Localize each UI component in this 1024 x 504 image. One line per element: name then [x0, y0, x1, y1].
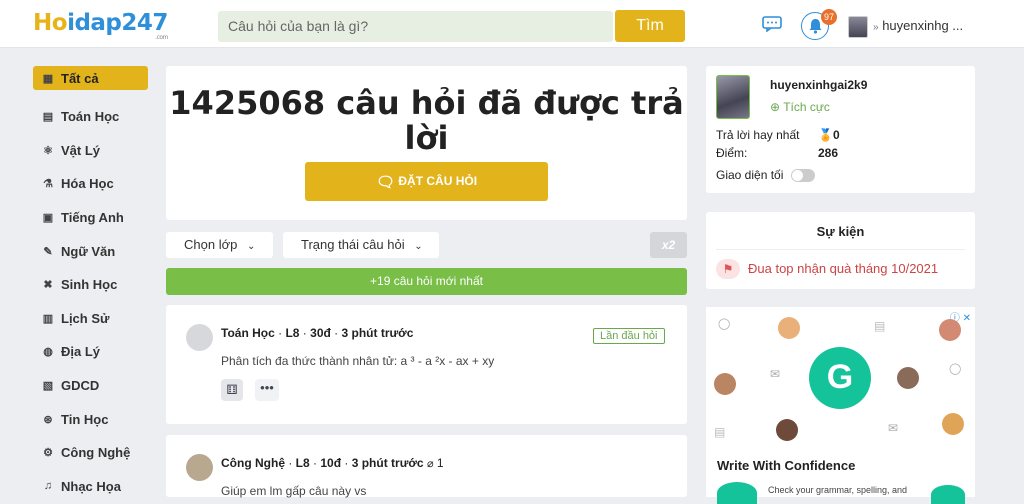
reaction-icon[interactable]: ⚅: [221, 379, 243, 401]
person-icon: [714, 373, 736, 395]
chat-bubble-icon: ◯: [949, 363, 962, 375]
x2-points-badge[interactable]: x2: [650, 232, 687, 258]
pen-icon: ✎: [43, 245, 53, 258]
points-label: Điểm:: [716, 146, 748, 160]
answered-count-title: 1425068 câu hỏi đã được trả lời: [169, 84, 684, 157]
grammarly-logo: G: [809, 347, 871, 409]
top-header: Hoidap247 .com Câu hỏi của bạn là gì? Tì…: [0, 0, 1024, 48]
document-icon: ▤: [874, 319, 886, 333]
advertisement[interactable]: ⓘ ✕ ◯ ▤ ✉ ◯ ▤ ✉ G Write With Confidence …: [706, 307, 975, 504]
avatar: [186, 454, 213, 481]
site-logo[interactable]: Hoidap247 .com: [33, 10, 168, 41]
avatar: [186, 324, 213, 351]
paperclip-icon: ⌀: [426, 458, 434, 470]
sidebar-item-chemistry[interactable]: ⚗ Hóa Học: [33, 167, 148, 201]
grammarly-small-logo: [717, 482, 757, 504]
flag-icon: ⚑: [716, 259, 740, 279]
ad-cta-button[interactable]: [931, 485, 965, 504]
chat-icon[interactable]: [762, 16, 782, 32]
profile-rank: ⊕ Tích cực: [770, 100, 830, 114]
sidebar-item-physics[interactable]: ⚛ Vật Lý: [33, 134, 148, 168]
sidebar-item-biology[interactable]: ✖ Sinh Học: [33, 268, 148, 302]
question-text[interactable]: Phân tích đa thức thành nhân tử: a ³ - a…: [221, 354, 494, 368]
sidebar-item-informatics[interactable]: ⊛ Tin Học: [33, 402, 148, 436]
subject-sidebar: ▦ Tất cả ▤ Toán Học ⚛ Vật Lý ⚗ Hóa Học ▣ Tiến…: [33, 66, 148, 503]
mail-icon: ✉: [770, 367, 781, 381]
book-icon: ▧: [42, 380, 54, 393]
document-icon: ▤: [714, 425, 726, 439]
grid-icon: ▦: [42, 72, 54, 85]
math-icon: ▤: [42, 111, 54, 124]
question-meta: Toán Học · L8 · 30đ · 3 phút trước: [221, 326, 414, 340]
profile-name[interactable]: huyenxinhgai2k9: [770, 78, 867, 92]
events-title: Sự kiện: [816, 224, 865, 239]
question-text[interactable]: Giúp em lm gấp câu này vs: [221, 484, 366, 498]
ad-subtext: Check your grammar, spelling, and: [768, 485, 908, 495]
hero-panel: 1425068 câu hỏi đã được trả lời 🗨 ĐẶT CÂ…: [166, 66, 687, 220]
best-answer-value: 🏅0: [818, 128, 840, 142]
class-select[interactable]: Chọn lớp ⌄: [166, 232, 273, 258]
chat-bubble-icon: ◯: [718, 318, 731, 330]
ask-question-button[interactable]: 🗨 ĐẶT CÂU HỎI: [305, 162, 548, 201]
medal-icon: 🏅: [818, 128, 833, 142]
user-menu[interactable]: » huyenxinhg ...: [873, 18, 963, 33]
chevron-down-icon: ⌄: [246, 241, 256, 252]
dna-icon: ✖: [43, 279, 53, 292]
chevron-down-icon: »: [873, 22, 879, 33]
scroll-icon: ▥: [42, 312, 54, 325]
sidebar-item-history[interactable]: ▥ Lịch Sử: [33, 302, 148, 336]
question-meta: Công Nghệ · L8 · 10đ · 3 phút trước ⌀ 1: [221, 456, 444, 470]
search-input[interactable]: Câu hỏi của bạn là gì?: [218, 11, 613, 42]
question-card[interactable]: Toán Học · L8 · 30đ · 3 phút trước Lần đ…: [166, 305, 687, 424]
mail-icon: ✉: [888, 421, 899, 435]
status-select[interactable]: Trạng thái câu hỏi ⌄: [283, 232, 439, 258]
best-answer-label: Trả lời hay nhất: [716, 128, 800, 142]
event-item[interactable]: Đua top nhận quà tháng 10/2021: [748, 261, 938, 276]
sidebar-item-english[interactable]: ▣ Tiếng Anh: [33, 201, 148, 235]
dark-mode-label: Giao diện tối: [716, 168, 784, 182]
question-card[interactable]: Công Nghệ · L8 · 10đ · 3 phút trước ⌀ 1 …: [166, 435, 687, 498]
sidebar-item-geography[interactable]: ◍ Địa Lý: [33, 335, 148, 369]
sidebar-item-literature[interactable]: ✎ Ngữ Văn: [33, 234, 148, 268]
person-icon: [776, 419, 798, 441]
ad-headline: Write With Confidence: [717, 458, 856, 473]
profile-avatar[interactable]: [716, 75, 750, 119]
first-question-tag: Lần đầu hỏi: [593, 328, 665, 344]
search-button[interactable]: Tìm: [615, 10, 685, 42]
points-value: 286: [818, 146, 839, 160]
gear-icon: ⚙: [43, 447, 53, 460]
music-icon: ♫: [43, 480, 53, 493]
chip-icon: ⊛: [43, 413, 53, 426]
sidebar-item-all[interactable]: ▦ Tất cả: [33, 66, 148, 90]
person-icon: [939, 319, 961, 341]
flask-icon: ⚗: [43, 178, 53, 191]
new-questions-banner[interactable]: +19 câu hỏi mới nhất: [166, 268, 687, 295]
notification-badge: 97: [821, 9, 837, 25]
chevron-down-icon: ⌄: [414, 241, 423, 252]
sidebar-item-technology[interactable]: ⚙ Công Nghệ: [33, 436, 148, 470]
ask-chat-icon: 🗨: [375, 174, 396, 191]
globe-icon: ◍: [43, 346, 53, 359]
events-panel: Sự kiện ⚑ Đua top nhận quà tháng 10/2021: [706, 212, 975, 289]
person-icon: [942, 413, 964, 435]
divider: [716, 249, 965, 250]
profile-panel: huyenxinhgai2k9 ⊕ Tích cực Trả lời hay n…: [706, 66, 975, 193]
atom-icon: ⚛: [43, 144, 53, 157]
sidebar-item-math[interactable]: ▤ Toán Học: [33, 100, 148, 134]
person-icon: [778, 317, 800, 339]
person-icon: [897, 367, 919, 389]
sidebar-item-civics[interactable]: ▧ GDCD: [33, 369, 148, 403]
sidebar-item-music-art[interactable]: ♫ Nhạc Họa: [33, 470, 148, 504]
dark-mode-toggle[interactable]: [791, 169, 815, 182]
user-avatar[interactable]: [848, 16, 868, 38]
rank-arrow-icon: ⊕: [770, 100, 781, 114]
language-icon: ▣: [42, 212, 54, 225]
more-options-icon[interactable]: •••: [255, 379, 279, 401]
